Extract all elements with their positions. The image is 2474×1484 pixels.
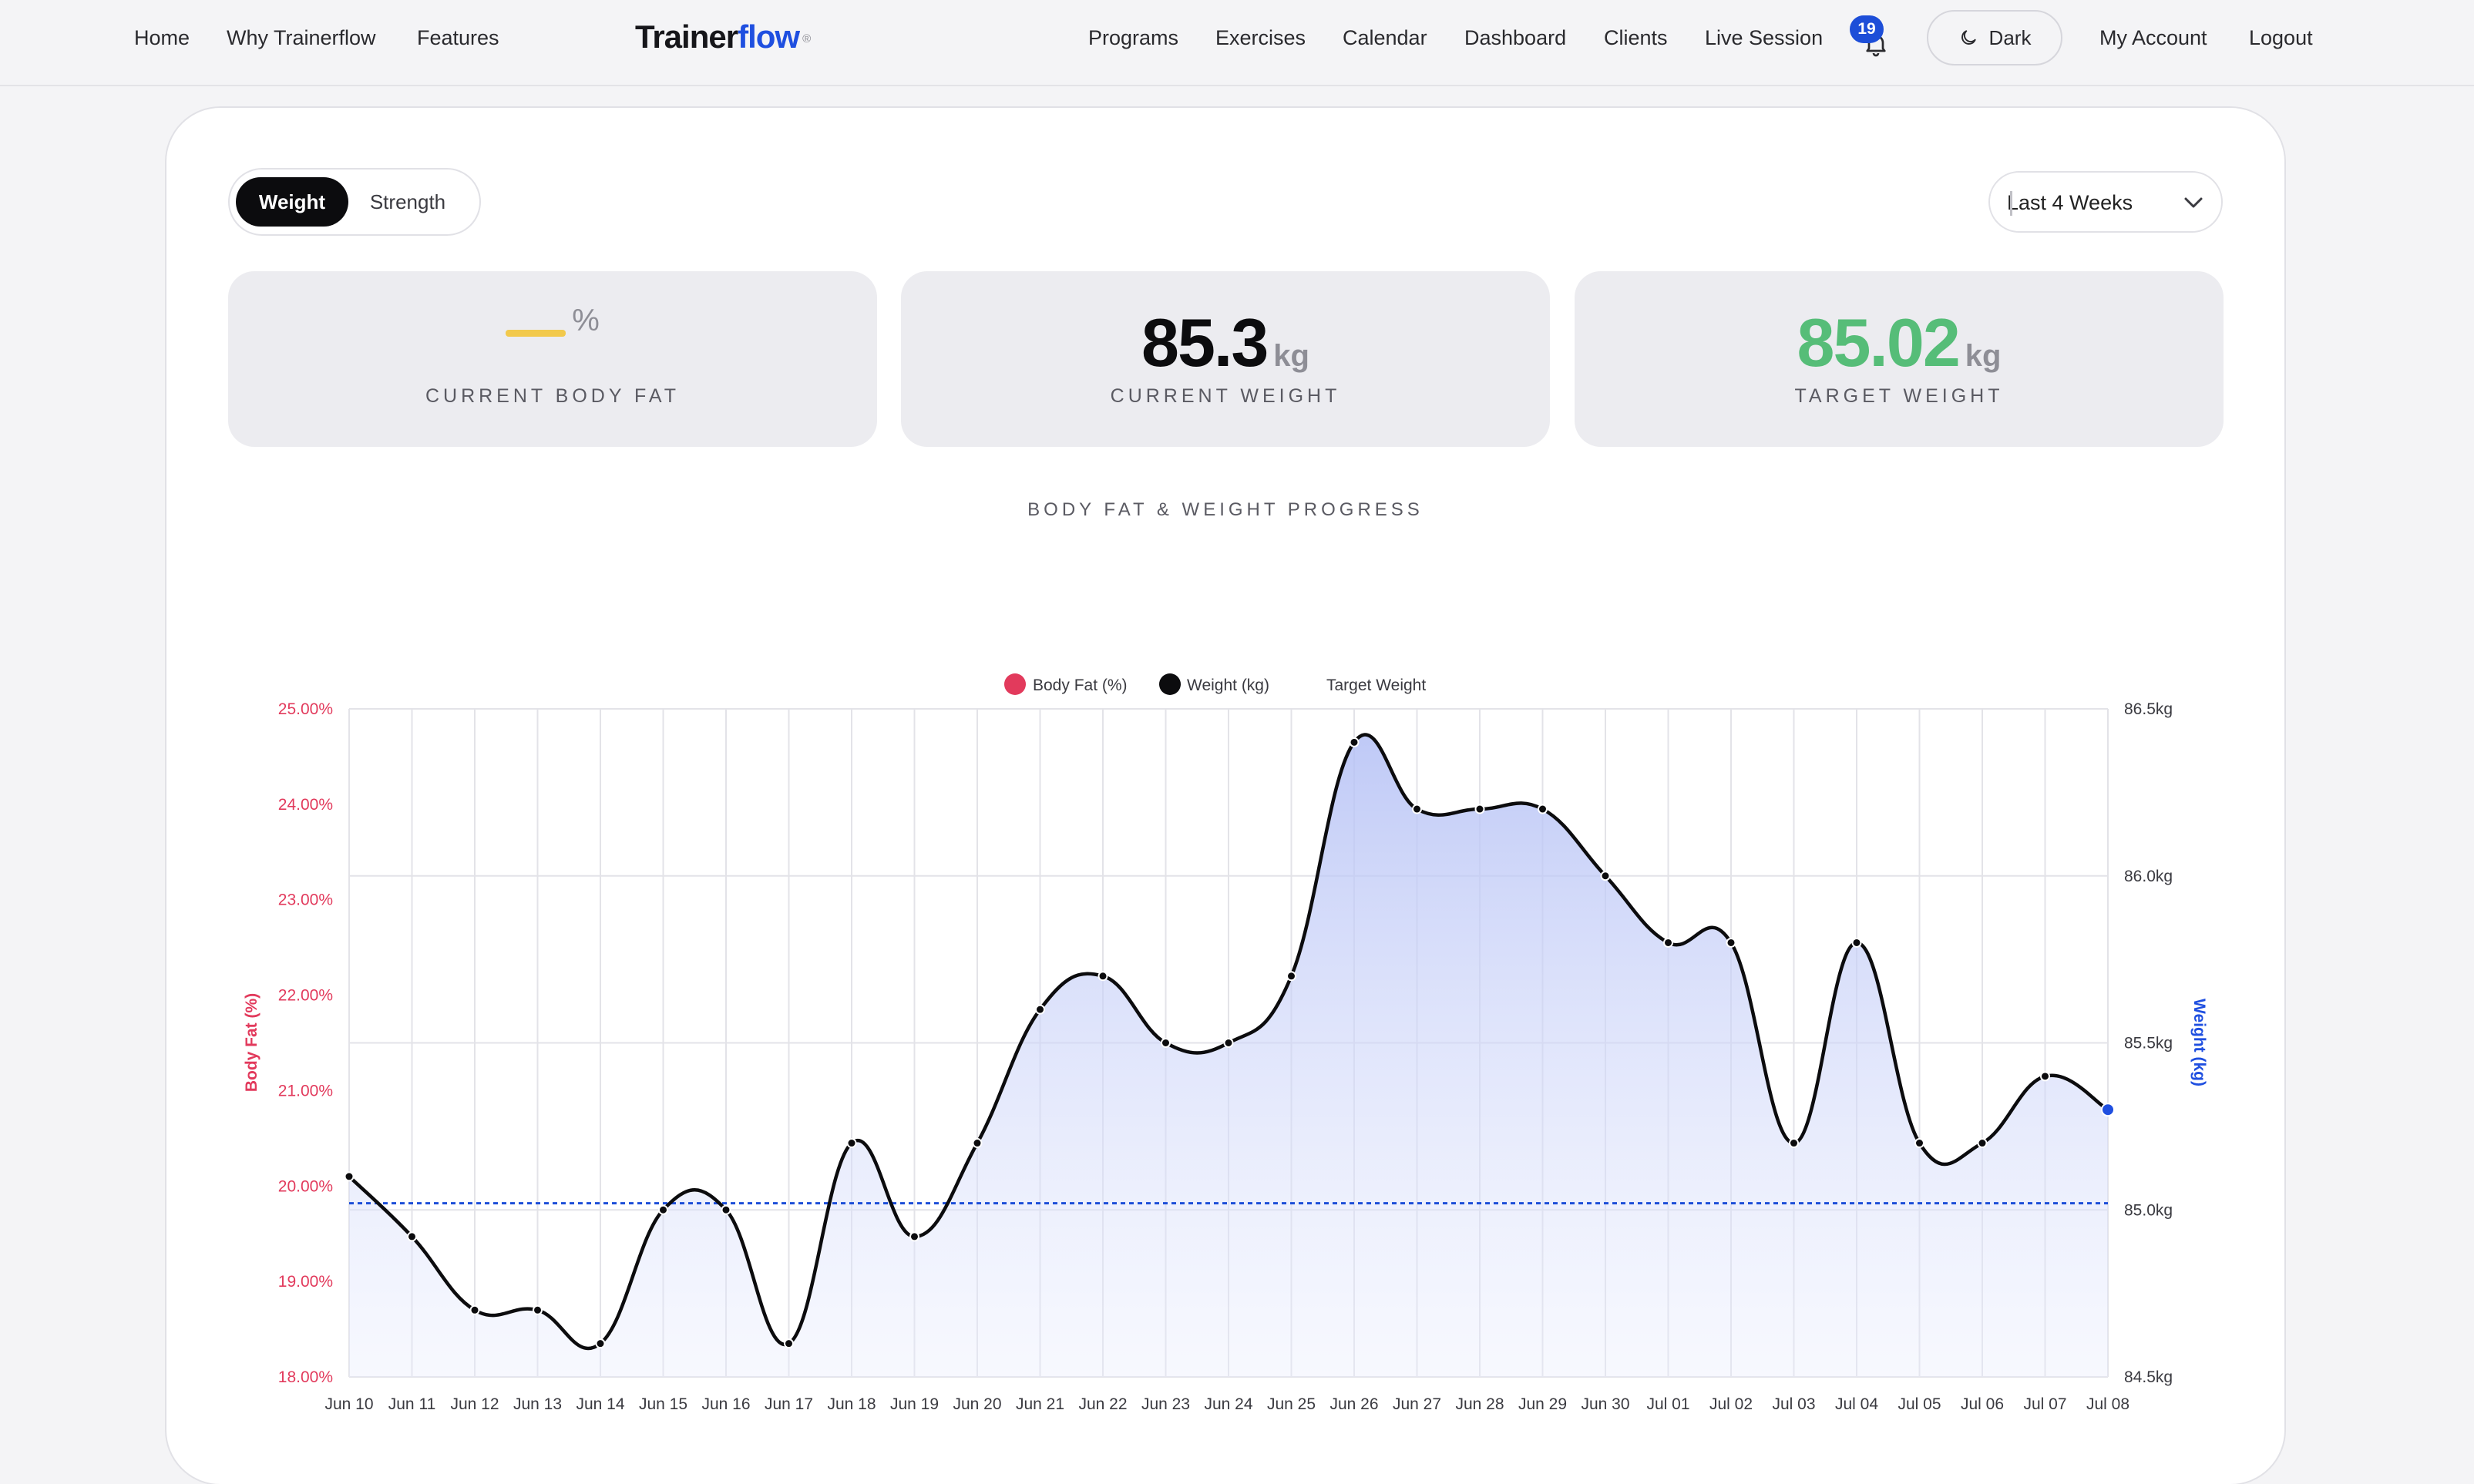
weight-data-point[interactable] [533, 1304, 543, 1315]
x-tick-label: Jun 16 [701, 1395, 750, 1413]
x-tick-label: Jun 22 [1078, 1395, 1127, 1413]
weight-data-point[interactable] [846, 1138, 857, 1149]
x-tick-label: Jun 11 [388, 1395, 436, 1413]
weight-data-point[interactable] [909, 1231, 919, 1242]
x-tick-label: Jul 02 [1709, 1395, 1753, 1413]
weight-data-point[interactable] [407, 1231, 417, 1242]
x-tick-label: Jun 29 [1518, 1395, 1567, 1413]
y-right-tick-label: 85.5kg [2124, 1035, 2173, 1053]
x-tick-label: Jun 10 [324, 1395, 373, 1413]
weight-data-point[interactable] [1789, 1138, 1799, 1149]
x-tick-label: Jun 30 [1581, 1395, 1629, 1413]
weight-data-point[interactable] [784, 1338, 794, 1349]
y-left-axis-title: Body Fat (%) [243, 993, 261, 1092]
weight-data-point[interactable] [1474, 804, 1485, 814]
y-left-tick-label: 21.00% [278, 1082, 333, 1100]
y-left-tick-label: 24.00% [278, 796, 333, 814]
x-tick-label: Jun 23 [1141, 1395, 1190, 1413]
x-tick-label: Jun 17 [765, 1395, 813, 1413]
weight-data-point[interactable] [469, 1304, 480, 1315]
x-tick-label: Jun 18 [827, 1395, 876, 1413]
x-tick-label: Jun 13 [513, 1395, 562, 1413]
y-left-tick-label: 22.00% [278, 987, 333, 1005]
x-tick-label: Jun 12 [450, 1395, 499, 1413]
weight-data-point[interactable] [1851, 937, 1862, 948]
legend-weight-swatch [1159, 673, 1181, 695]
weight-data-point[interactable] [721, 1204, 731, 1215]
weight-data-point[interactable] [1412, 804, 1422, 814]
x-tick-label: Jun 28 [1455, 1395, 1504, 1413]
y-left-tick-label: 23.00% [278, 891, 333, 909]
x-tick-label: Jun 21 [1016, 1395, 1064, 1413]
weight-data-point[interactable] [1538, 804, 1548, 814]
weight-data-point[interactable] [1663, 937, 1673, 948]
weight-data-point[interactable] [1286, 971, 1296, 982]
progress-chart: Jun 10 Jun 11 Jun 12 Jun 13 Jun 14 Jun 15 Jun … [243, 673, 2208, 1413]
legend-weight-label: Weight (kg) [1187, 677, 1269, 694]
weight-data-point[interactable] [1098, 971, 1108, 982]
x-tick-label: Jul 01 [1646, 1395, 1689, 1413]
x-tick-label: Jun 24 [1204, 1395, 1252, 1413]
x-tick-label: Jul 03 [1772, 1395, 1815, 1413]
weight-data-point[interactable] [1600, 871, 1611, 881]
y-left-tick-label: 19.00% [278, 1273, 333, 1291]
y-left-tick-label: 20.00% [278, 1177, 333, 1195]
weight-data-point[interactable] [658, 1204, 668, 1215]
weight-data-point[interactable] [972, 1138, 983, 1149]
y-right-tick-label: 86.5kg [2124, 700, 2173, 718]
x-tick-label: Jun 19 [890, 1395, 939, 1413]
x-tick-label: Jun 26 [1329, 1395, 1378, 1413]
weight-data-point[interactable] [1349, 737, 1360, 747]
x-tick-label: Jun 14 [576, 1395, 624, 1413]
weight-data-point[interactable] [1914, 1138, 1924, 1149]
weight-data-point[interactable] [1223, 1038, 1234, 1048]
weight-data-point[interactable] [1977, 1138, 1988, 1149]
weight-data-point[interactable] [595, 1338, 606, 1349]
weight-data-point[interactable] [1035, 1004, 1045, 1015]
x-tick-label: Jun 15 [639, 1395, 687, 1413]
y-left-tick-label: 18.00% [278, 1368, 333, 1386]
x-tick-label: Jul 05 [1898, 1395, 1941, 1413]
legend-bodyfat-label: Body Fat (%) [1033, 677, 1128, 694]
weight-data-point[interactable] [1726, 937, 1736, 948]
x-tick-label: Jun 20 [953, 1395, 1001, 1413]
legend-bodyfat-swatch [1004, 673, 1026, 695]
y-right-tick-label: 86.0kg [2124, 868, 2173, 885]
x-tick-label: Jul 06 [1961, 1395, 2004, 1413]
y-right-tick-label: 84.5kg [2124, 1368, 2173, 1386]
x-tick-label: Jul 08 [2086, 1395, 2129, 1413]
x-tick-label: Jun 27 [1393, 1395, 1441, 1413]
y-right-tick-label: 85.0kg [2124, 1201, 2173, 1219]
weight-data-point[interactable] [344, 1171, 355, 1182]
x-tick-label: Jun 25 [1267, 1395, 1316, 1413]
y-left-tick-label: 25.00% [278, 700, 333, 718]
weight-data-point[interactable] [2101, 1103, 2115, 1117]
x-tick-label: Jul 04 [1835, 1395, 1878, 1413]
x-tick-label: Jul 07 [2023, 1395, 2066, 1413]
weight-data-point[interactable] [1161, 1038, 1171, 1048]
legend-target-label: Target Weight [1326, 677, 1426, 694]
weight-data-point[interactable] [2040, 1071, 2050, 1082]
y-right-axis-title: Weight (kg) [2190, 999, 2208, 1086]
